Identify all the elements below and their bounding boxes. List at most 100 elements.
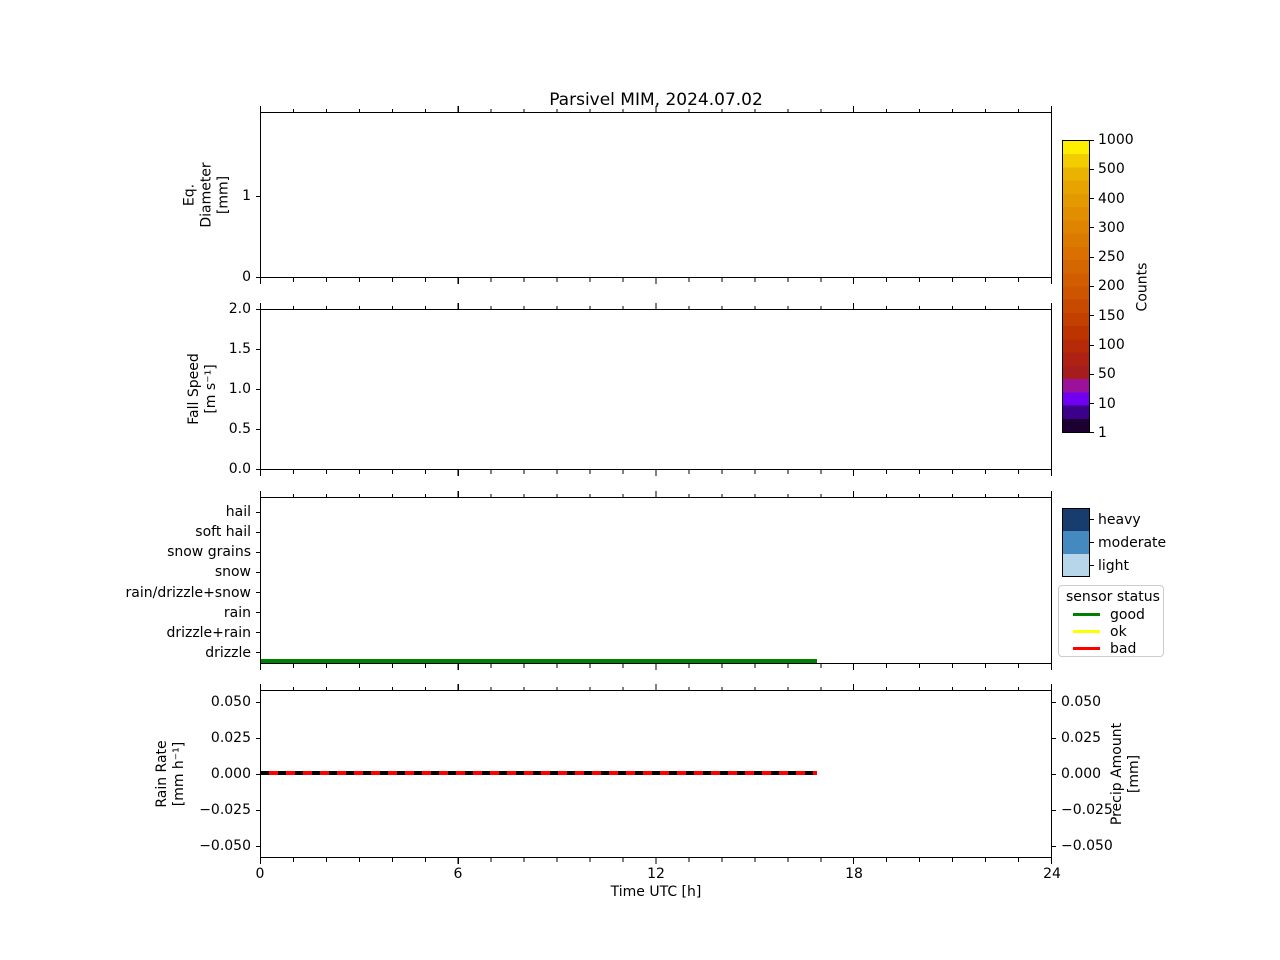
x-tick-strip [260, 664, 1053, 670]
yticks-precip-amount: 0.050 0.025 0.000 −0.025 −0.050 [1052, 694, 1192, 854]
category-label: drizzle+rain [166, 624, 251, 641]
intensity-legend-colorbar [1062, 508, 1090, 577]
colorbar-tick-label: 300 [1098, 219, 1125, 236]
ytick-label: 1.0 [228, 381, 251, 397]
counts-colorbar [1062, 140, 1090, 433]
tick-mark [1090, 542, 1094, 543]
ytick-label: 0.5 [228, 421, 251, 437]
ytick-label: −0.050 [1061, 838, 1113, 854]
ytick-label: 0.025 [1061, 730, 1102, 746]
good-line-swatch [1073, 613, 1100, 616]
sensor-legend-title: sensor status [1066, 589, 1160, 605]
panel-rain-rate [260, 690, 1052, 858]
yticks-eq-diameter: 1 0 [0, 188, 260, 285]
legend-label: ok [1110, 623, 1127, 640]
ytick-label: 0.000 [210, 766, 251, 782]
intensity-legend-labels: heavy moderate light [1090, 508, 1166, 577]
x-tick-strip [260, 303, 1053, 309]
tick-mark [256, 612, 260, 614]
tick-mark [256, 737, 260, 739]
category-label: hail [225, 504, 251, 520]
legend-item-ok: ok [1066, 623, 1156, 640]
intensity-band-heavy [1063, 509, 1089, 532]
colorbar-tick-label: 500 [1098, 161, 1125, 178]
xlabel-time-utc: Time UTC [h] [610, 884, 702, 900]
ytick-label: 0.050 [1061, 694, 1102, 710]
sensor-status-legend: sensor status good ok bad [1058, 585, 1164, 657]
colorbar-tick-label: 400 [1098, 190, 1125, 207]
parsivel-daily-plot: { "title": "Parsivel MIM, 2024.07.02", "… [0, 0, 1280, 960]
tick-mark [256, 845, 260, 847]
category-label: snow grains [167, 544, 251, 561]
tick-mark [1090, 403, 1094, 405]
category-label: snow [214, 564, 251, 581]
counts-colorbar-gradient [1063, 141, 1089, 432]
panel-eq-diameter [260, 112, 1052, 278]
ytick-label: 0.000 [1061, 766, 1102, 782]
yticks-rain-rate: 0.050 0.025 0.000 −0.025 −0.050 [0, 694, 260, 854]
x-tick-strip [260, 491, 1053, 497]
tick-mark [256, 551, 260, 553]
tick-mark [256, 632, 260, 634]
tick-mark [256, 809, 260, 811]
colorbar-tick-label: 1000 [1098, 132, 1134, 148]
tick-mark [1090, 256, 1094, 258]
ytick-label: 0.050 [210, 694, 251, 710]
tick-mark [256, 195, 260, 197]
tick-mark [1090, 344, 1094, 346]
yticks-precip-type: hail soft hail snow grains snow rain/dri… [0, 504, 260, 661]
category-label: rain [223, 604, 251, 621]
ytick-label: 0.0 [228, 461, 251, 477]
tick-mark [256, 531, 260, 533]
tick-mark [1052, 845, 1056, 847]
tick-mark [1090, 198, 1094, 200]
tick-mark [1090, 519, 1094, 520]
tick-mark [256, 428, 260, 430]
tick-mark [256, 388, 260, 390]
x-tick-strip [260, 684, 1053, 690]
tick-mark [1052, 737, 1056, 739]
colorbar-tick-label: 200 [1098, 278, 1125, 295]
x-tick-strip [260, 470, 1053, 476]
panel-precip-type [260, 497, 1052, 664]
tick-mark [256, 701, 260, 703]
colorbar-tick-label: 10 [1098, 395, 1116, 412]
intensity-label: moderate [1098, 534, 1167, 551]
tick-mark [1090, 227, 1094, 229]
yticks-fall-speed: 2.0 1.5 1.0 0.5 0.0 [0, 301, 260, 477]
tick-mark [1052, 773, 1056, 775]
colorbar-tick-label: 150 [1098, 307, 1125, 324]
colorbar-tick-label: 1 [1098, 424, 1107, 441]
tick-mark [256, 348, 260, 350]
ytick-label: 1.5 [228, 341, 251, 357]
tick-mark [1090, 565, 1094, 566]
x-tick-strip [260, 858, 1053, 864]
xtick-label: 6 [453, 866, 463, 882]
tick-mark [256, 571, 260, 573]
counts-colorbar-ticks: 1000 500 400 300 250 200 150 100 50 10 1 [1090, 132, 1134, 441]
tick-mark [256, 773, 260, 775]
intensity-band-moderate [1063, 531, 1089, 554]
ytick-label: 2.0 [228, 301, 251, 317]
legend-item-good: good [1066, 606, 1156, 623]
xtick-label: 18 [845, 866, 863, 882]
intensity-label: light [1098, 557, 1130, 574]
xtick-labels: 0 6 12 18 24 [256, 866, 1061, 882]
ytick-label: 1 [242, 188, 251, 204]
tick-mark [1090, 373, 1094, 375]
ytick-label: 0 [242, 269, 251, 285]
tick-mark [1090, 285, 1094, 287]
colorbar-tick-label: 100 [1098, 337, 1125, 354]
x-tick-strip [260, 106, 1053, 112]
tick-mark [1090, 315, 1094, 317]
category-label: soft hail [195, 524, 251, 541]
legend-label: bad [1110, 640, 1137, 657]
colorbar-tick-label: 50 [1098, 366, 1116, 383]
colorbar-label: Counts [1134, 262, 1151, 312]
ytick-label: −0.025 [1061, 802, 1113, 818]
tick-mark [1052, 701, 1056, 703]
x-tick-strip [260, 278, 1053, 284]
intensity-label: heavy [1098, 511, 1141, 528]
tick-mark [1052, 809, 1056, 811]
bad-line-swatch [1073, 647, 1100, 650]
